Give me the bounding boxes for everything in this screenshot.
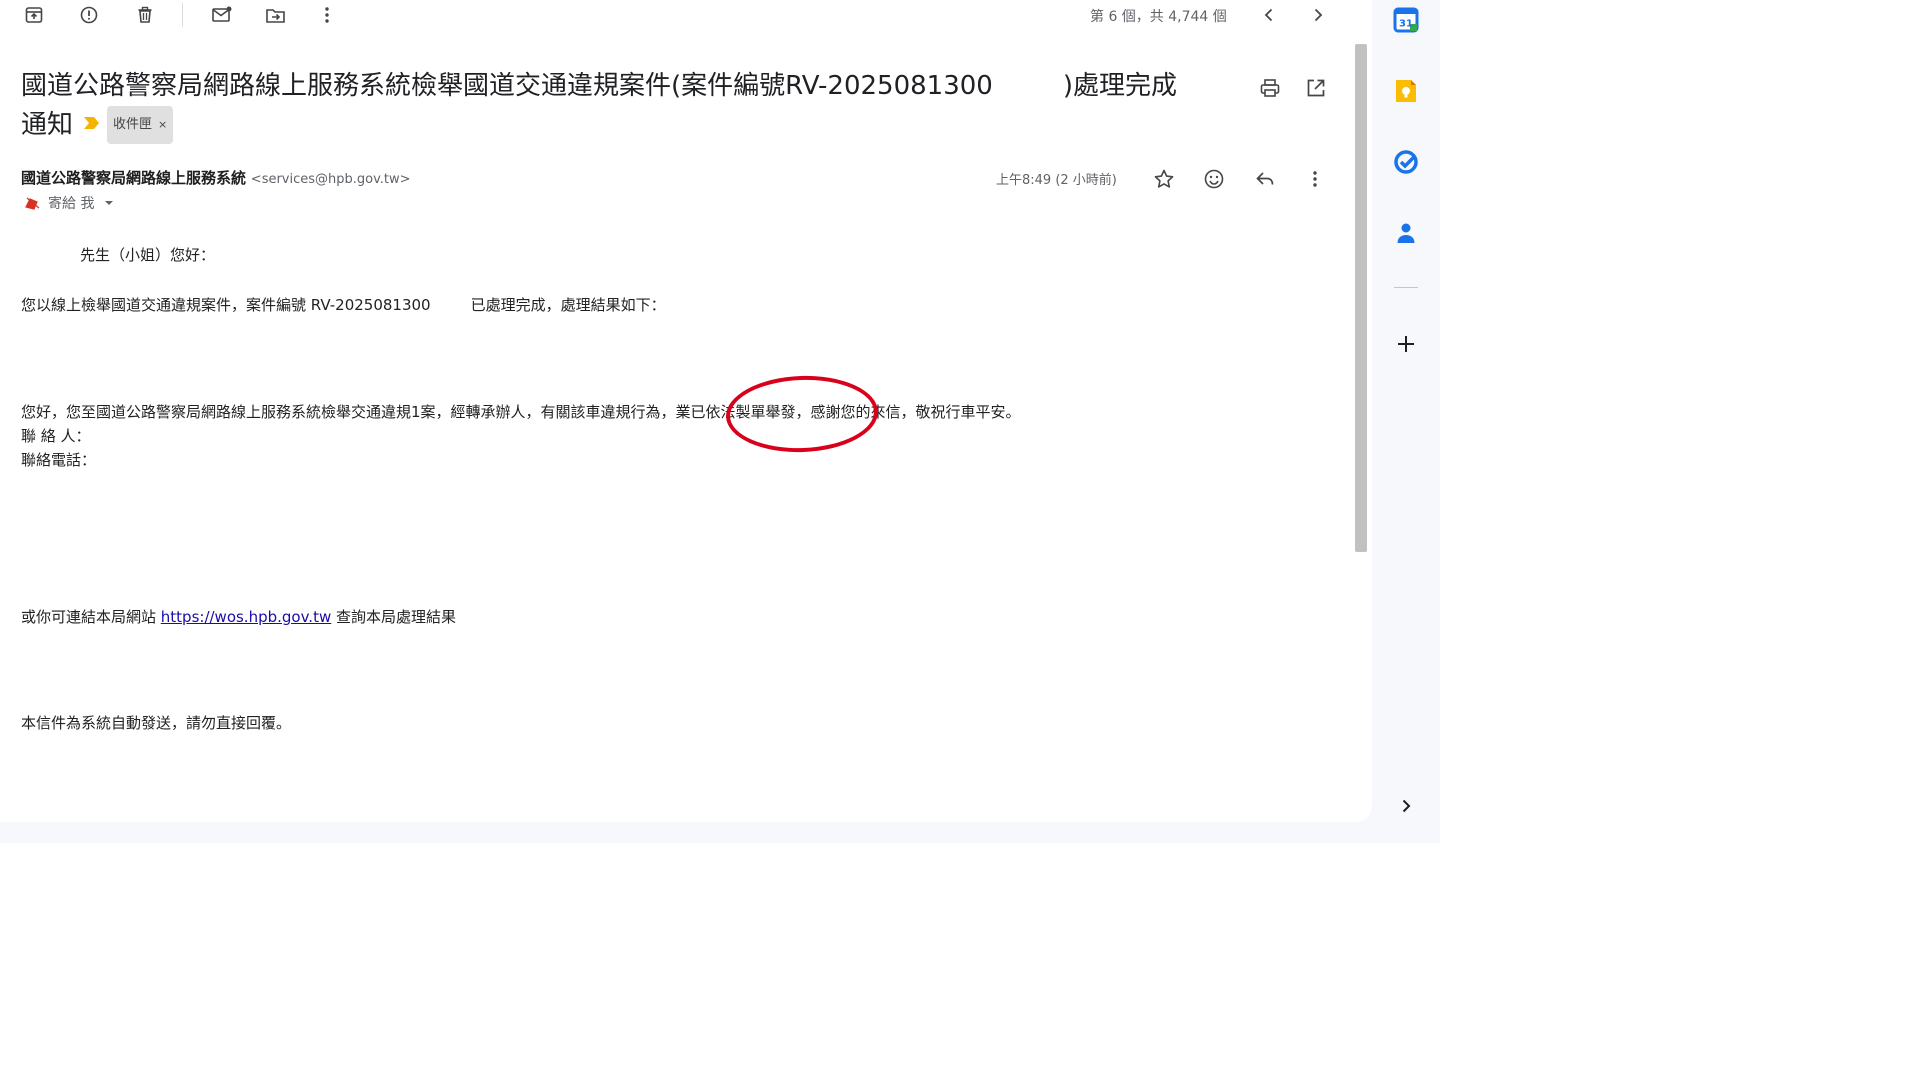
star-button[interactable] [1147, 162, 1181, 196]
sender-name[interactable]: 國道公路警察局網路線上服務系統 [21, 169, 246, 187]
print-button[interactable] [1253, 71, 1287, 105]
hpb-website-link[interactable]: https://wos.hpb.gov.tw [161, 608, 331, 626]
chevron-left-icon [1264, 8, 1273, 22]
contacts-icon [1397, 223, 1415, 243]
body-paragraph-1: 您以線上檢舉國道交通違規案件，案件編號 RV-2025081300 已處理完成，處… [21, 296, 666, 314]
open-in-new-icon [1307, 79, 1325, 97]
keep-icon [1396, 80, 1416, 102]
sender-email: <services@hpb.gov.tw> [250, 172, 411, 187]
chevron-right-icon [1314, 8, 1323, 22]
folder-move-icon [266, 9, 285, 23]
expand-side-panel-button[interactable] [1390, 790, 1422, 822]
toolbar-divider [182, 3, 183, 27]
open-new-window-button[interactable] [1299, 71, 1333, 105]
delete-button[interactable] [130, 0, 160, 30]
emoji-icon [1204, 169, 1224, 189]
tasks-app-button[interactable] [1390, 146, 1422, 178]
contact-phone: 聯絡電話： [21, 451, 97, 469]
recipient-info[interactable]: 寄給 我 [24, 193, 116, 213]
calendar-day-number: 31 [1399, 19, 1413, 30]
received-time: 上午8:49 (2 小時前) [996, 173, 1117, 188]
add-reaction-button[interactable] [1197, 162, 1231, 196]
message-counter: 第 6 個，共 4,744 個 [1090, 9, 1227, 25]
print-icon [1260, 79, 1280, 97]
star-icon [1154, 169, 1174, 188]
unverified-sender-icon [25, 197, 40, 210]
contacts-app-button[interactable] [1390, 217, 1422, 249]
mail-view: 第 6 個，共 4,744 個 國道公路警察局網路線上服務系統檢舉國道交通違規案… [0, 0, 1372, 822]
subject-line-2: 通知 收件匣 × [21, 104, 1221, 144]
older-button[interactable] [1303, 0, 1333, 30]
importance-marker-icon[interactable] [83, 104, 101, 140]
calendar-icon: 31 [1393, 7, 1419, 33]
inbox-label-chip: 收件匣 × [107, 106, 174, 144]
newer-button[interactable] [1254, 0, 1284, 30]
move-to-button[interactable] [261, 0, 291, 30]
calendar-app-button[interactable]: 31 [1390, 4, 1422, 36]
email-subject: 國道公路警察局網路線上服務系統檢舉國道交通違規案件(案件編號RV-2025081… [21, 68, 1221, 144]
message-more-button[interactable] [1298, 162, 1332, 196]
get-addons-button[interactable] [1390, 328, 1422, 360]
mail-icon [212, 6, 232, 22]
report-icon [80, 6, 98, 24]
greeting: 先生（小姐）您好： [80, 246, 216, 264]
body-paragraph-2: 您好，您至國道公路警察局網路線上服務系統檢舉交通違規1案，經轉承辦人，有關該車違… [21, 403, 1021, 421]
more-vert-icon [325, 7, 329, 23]
archive-button[interactable] [19, 0, 49, 30]
mark-unread-button[interactable] [207, 0, 237, 30]
more-actions-button[interactable] [312, 0, 342, 30]
toolbar: 第 6 個，共 4,744 個 [0, 0, 1372, 32]
remove-label-button[interactable]: × [158, 107, 167, 143]
keep-app-button[interactable] [1390, 75, 1422, 107]
scrollbar-thumb[interactable] [1355, 44, 1367, 552]
contact-person: 聯 絡 人： [21, 427, 91, 445]
reply-button[interactable] [1248, 162, 1282, 196]
caret-down-icon [105, 201, 114, 205]
subject-line-1: 國道公路警察局網路線上服務系統檢舉國道交通違規案件(案件編號RV-2025081… [21, 71, 1178, 101]
body-link-line: 或你可連結本局網站 https://wos.hpb.gov.tw 查詢本局處理結… [21, 608, 457, 626]
reply-icon [1256, 172, 1274, 185]
side-panel: 31 [1372, 0, 1440, 843]
plus-icon [1398, 336, 1414, 352]
report-spam-button[interactable] [74, 0, 104, 30]
archive-icon [25, 7, 43, 23]
sender-info: 國道公路警察局網路線上服務系統 <services@hpb.gov.tw> [21, 167, 411, 188]
side-panel-divider [1394, 287, 1418, 288]
auto-send-notice: 本信件為系統自動發送，請勿直接回覆。 [21, 714, 292, 732]
more-vert-icon [1313, 171, 1317, 187]
trash-icon [138, 6, 152, 23]
gmail-app: 第 6 個，共 4,744 個 國道公路警察局網路線上服務系統檢舉國道交通違規案… [0, 0, 1440, 843]
recipient-label: 寄給 我 [48, 196, 95, 212]
tasks-icon [1394, 150, 1418, 174]
chevron-right-icon [1402, 799, 1411, 813]
